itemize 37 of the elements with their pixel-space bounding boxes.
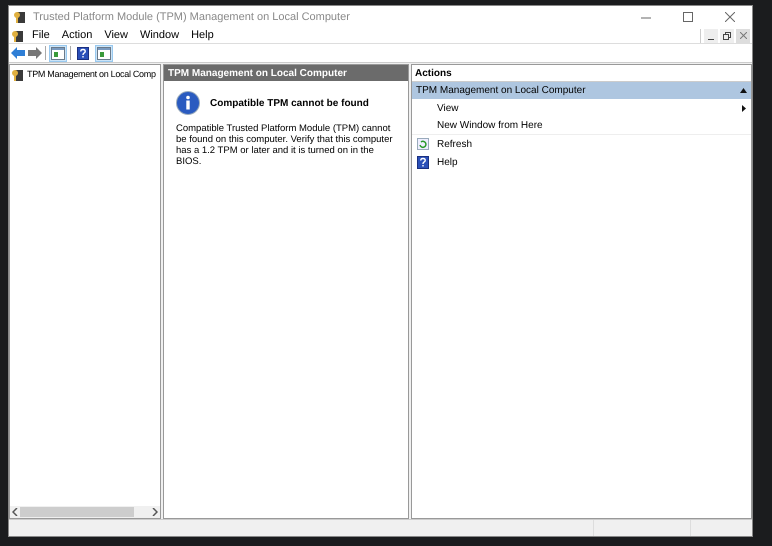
app-menu-icon xyxy=(11,28,25,42)
menu-item[interactable]: Help xyxy=(186,27,219,44)
refresh-icon xyxy=(417,138,429,150)
forward-icon[interactable] xyxy=(28,47,42,59)
menu-item[interactable]: Window xyxy=(134,27,184,44)
maximize-icon[interactable] xyxy=(683,12,693,22)
menu-item[interactable]: Action xyxy=(56,27,98,44)
tpm-icon xyxy=(11,68,25,82)
actions-section-header[interactable]: TPM Management on Local Computer xyxy=(412,82,751,99)
child-close-button[interactable] xyxy=(736,28,750,42)
close-icon[interactable] xyxy=(740,32,746,39)
command-item[interactable]: View xyxy=(412,99,751,117)
restore-icon[interactable] xyxy=(723,32,731,40)
app-icon xyxy=(13,10,27,24)
submenu-arrow-icon xyxy=(742,104,746,112)
close-icon[interactable] xyxy=(725,12,735,22)
info-icon xyxy=(176,91,200,115)
command-item[interactable]: Help xyxy=(412,153,751,171)
tree-item[interactable]: TPM Management on Local Comp xyxy=(10,67,157,82)
back-icon[interactable] xyxy=(11,47,25,59)
message-text: Compatible Trusted Platform Module (TPM) cannot be found on this computer. Verify that this computer has a 1.2 TPM or later and it is turned on in the BIOS. xyxy=(176,123,394,167)
message-title: Compatible TPM cannot be found xyxy=(210,96,369,110)
help-icon xyxy=(417,156,429,168)
help-icon xyxy=(77,46,89,60)
child-restore-button[interactable] xyxy=(720,28,734,42)
collapse-icon[interactable] xyxy=(740,88,747,93)
pane-header: TPM Management on Local Computer xyxy=(164,65,408,81)
menu-item[interactable]: File xyxy=(27,27,55,44)
window-title: Trusted Platform Module (TPM) Management on Local Computer xyxy=(33,10,350,25)
command-item[interactable]: Refresh xyxy=(412,135,751,153)
horizontal-scrollbar[interactable] xyxy=(10,506,160,518)
child-minimize-button[interactable] xyxy=(704,28,718,42)
scroll-left-icon[interactable] xyxy=(12,508,18,516)
command-item[interactable]: New Window from Here xyxy=(412,117,751,135)
menu-item[interactable]: View xyxy=(99,27,133,44)
scroll-right-icon[interactable] xyxy=(152,508,158,516)
help-button[interactable] xyxy=(74,44,92,62)
